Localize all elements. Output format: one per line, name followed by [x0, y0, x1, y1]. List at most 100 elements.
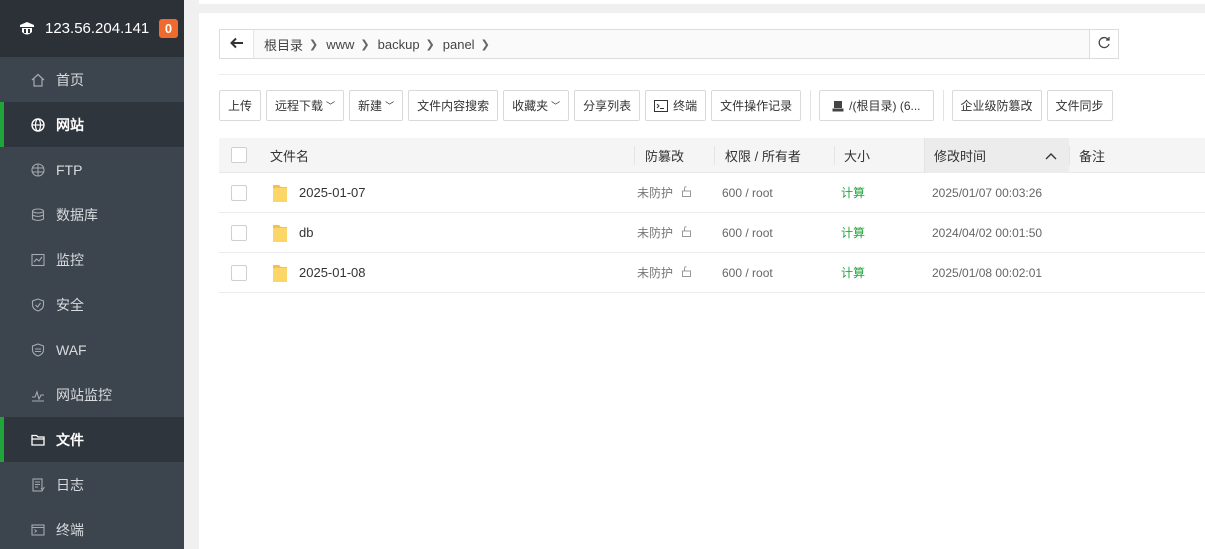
protect-cell[interactable]: 未防护: [634, 224, 714, 241]
shield-icon: [30, 297, 46, 313]
toolbar: 上传 远程下载 ﹀ 新建 ﹀ 文件内容搜索 收藏夹 ﹀ 分享列表 终端 文件操作记录 …: [219, 90, 1118, 121]
sidebar-item-label: 监控: [56, 251, 84, 268]
protect-cell[interactable]: 未防护: [634, 184, 714, 201]
size-calc-link[interactable]: 计算: [834, 264, 924, 281]
sidebar-item-website[interactable]: 网站: [0, 102, 184, 147]
breadcrumb-item[interactable]: www: [326, 37, 354, 52]
table-header: 文件名 防篡改 权限 / 所有者 大小 修改时间 备注: [219, 137, 1205, 173]
file-name-cell[interactable]: 2025-01-07: [259, 183, 634, 203]
terminal-button[interactable]: 终端: [645, 90, 707, 121]
sidebar-item-logs[interactable]: 日志: [0, 462, 184, 507]
sidebar-item-security[interactable]: 安全: [0, 282, 184, 327]
disk-icon: [832, 100, 844, 112]
log-icon: [30, 477, 46, 493]
file-manager-panel: 根目录 ❯ www ❯ backup ❯ panel ❯ 上传 远程下载 ﹀ 新建…: [199, 13, 1205, 549]
header-size[interactable]: 大小: [834, 145, 924, 165]
chevron-down-icon: ﹀: [326, 101, 336, 111]
tamper-proof-button[interactable]: 企业级防篡改: [951, 90, 1042, 121]
mtime-cell: 2024/04/02 00:01:50: [932, 225, 1043, 240]
globe-icon: [30, 117, 46, 133]
terminal-icon: [30, 522, 46, 538]
sidebar-item-label: 安全: [56, 296, 84, 313]
row-select-cell: [219, 184, 259, 201]
content-search-button[interactable]: 文件内容搜索: [408, 90, 499, 121]
select-all-cell: [219, 147, 259, 163]
row-checkbox[interactable]: [231, 264, 247, 281]
perm-cell[interactable]: 600 / root: [714, 226, 834, 240]
waf-icon: [30, 342, 46, 358]
file-name-cell[interactable]: 2025-01-08: [259, 263, 634, 283]
bt-logo-icon: [18, 20, 36, 38]
server-ip: 123.56.204.141: [45, 20, 150, 37]
sidebar-item-waf[interactable]: WAF: [0, 327, 184, 372]
perm-cell[interactable]: 600 / root: [714, 266, 834, 280]
button-label: /(根目录) (6...: [849, 99, 921, 113]
sidebar: 123.56.204.141 0 首页 网站 FTP 数据库 监控 安全 WAF…: [0, 0, 184, 549]
protect-cell[interactable]: 未防护: [634, 264, 714, 281]
select-all-checkbox[interactable]: [231, 147, 247, 163]
sidebar-item-database[interactable]: 数据库: [0, 192, 184, 237]
breadcrumb-item[interactable]: backup: [378, 37, 420, 52]
chevron-right-icon: ❯: [309, 38, 319, 51]
header-name[interactable]: 文件名: [259, 146, 634, 165]
row-select-cell: [219, 224, 259, 241]
sidebar-item-terminal[interactable]: 终端: [0, 507, 184, 549]
divider: [219, 74, 1205, 75]
toolbar-divider: [810, 90, 812, 121]
sidebar-item-label: 网站: [56, 116, 84, 133]
chevron-right-icon: ❯: [425, 38, 435, 51]
sidebar-item-site-monitor[interactable]: 网站监控: [0, 372, 184, 417]
refresh-button[interactable]: [1089, 30, 1118, 58]
perm-cell[interactable]: 600 / root: [714, 186, 834, 200]
mtime-cell: 2025/01/08 00:02:01: [932, 265, 1043, 280]
favorites-button[interactable]: 收藏夹 ﹀: [503, 90, 570, 121]
breadcrumb-item[interactable]: panel: [443, 37, 475, 52]
table-row[interactable]: 2025-01-08 未防护 600 / root 计算 2025/01/08 …: [219, 253, 1205, 293]
button-label: 收藏夹: [512, 99, 549, 113]
file-name[interactable]: 2025-01-08: [299, 265, 366, 280]
sidebar-item-label: 终端: [56, 521, 84, 538]
header-mtime-label: 修改时间: [934, 148, 987, 164]
chevron-right-icon: ❯: [360, 38, 370, 51]
sidebar-item-ftp[interactable]: FTP: [0, 147, 184, 192]
sidebar-item-label: 首页: [56, 71, 84, 88]
sidebar-item-files[interactable]: 文件: [0, 417, 184, 462]
upload-button[interactable]: 上传: [219, 90, 262, 121]
disk-button[interactable]: /(根目录) (6...: [819, 90, 934, 121]
monitor-icon: [30, 252, 46, 268]
database-icon: [30, 207, 46, 223]
terminal-icon: [654, 99, 669, 112]
header-mtime[interactable]: 修改时间: [924, 137, 1069, 173]
table-row[interactable]: 2025-01-07 未防护 600 / root 计算 2025/01/07 …: [219, 173, 1205, 213]
unlock-icon: [681, 185, 692, 200]
file-name[interactable]: db: [299, 225, 313, 240]
size-calc-link[interactable]: 计算: [834, 224, 924, 241]
folder-icon: [273, 264, 287, 282]
sidebar-item-label: 文件: [56, 431, 84, 448]
chevron-down-icon: ﹀: [385, 101, 395, 111]
size-calc-link[interactable]: 计算: [834, 184, 924, 201]
sort-ascending-icon: [1045, 148, 1057, 163]
sidebar-item-home[interactable]: 首页: [0, 57, 184, 102]
file-name-cell[interactable]: db: [259, 223, 634, 243]
header-note: 备注: [1069, 145, 1205, 165]
back-button[interactable]: [220, 30, 254, 58]
new-button[interactable]: 新建 ﹀: [349, 90, 404, 121]
operation-log-button[interactable]: 文件操作记录: [711, 90, 802, 121]
file-sync-button[interactable]: 文件同步: [1046, 90, 1113, 121]
breadcrumb[interactable]: 根目录 ❯ www ❯ backup ❯ panel ❯: [254, 35, 1089, 54]
header-protect: 防篡改: [634, 145, 714, 165]
table-row[interactable]: db 未防护 600 / root 计算 2024/04/02 00:01:50: [219, 213, 1205, 253]
sidebar-item-monitor[interactable]: 监控: [0, 237, 184, 282]
breadcrumb-item[interactable]: 根目录: [264, 35, 303, 54]
home-icon: [30, 72, 46, 88]
notification-badge[interactable]: 0: [159, 19, 178, 38]
sidebar-item-label: 数据库: [56, 206, 98, 223]
remote-download-button[interactable]: 远程下载 ﹀: [266, 90, 345, 121]
protect-status: 未防护: [637, 226, 674, 240]
row-checkbox[interactable]: [231, 184, 247, 201]
share-list-button[interactable]: 分享列表: [574, 90, 641, 121]
row-checkbox[interactable]: [231, 224, 247, 241]
file-name[interactable]: 2025-01-07: [299, 185, 366, 200]
chevron-down-icon: ﹀: [551, 101, 561, 111]
